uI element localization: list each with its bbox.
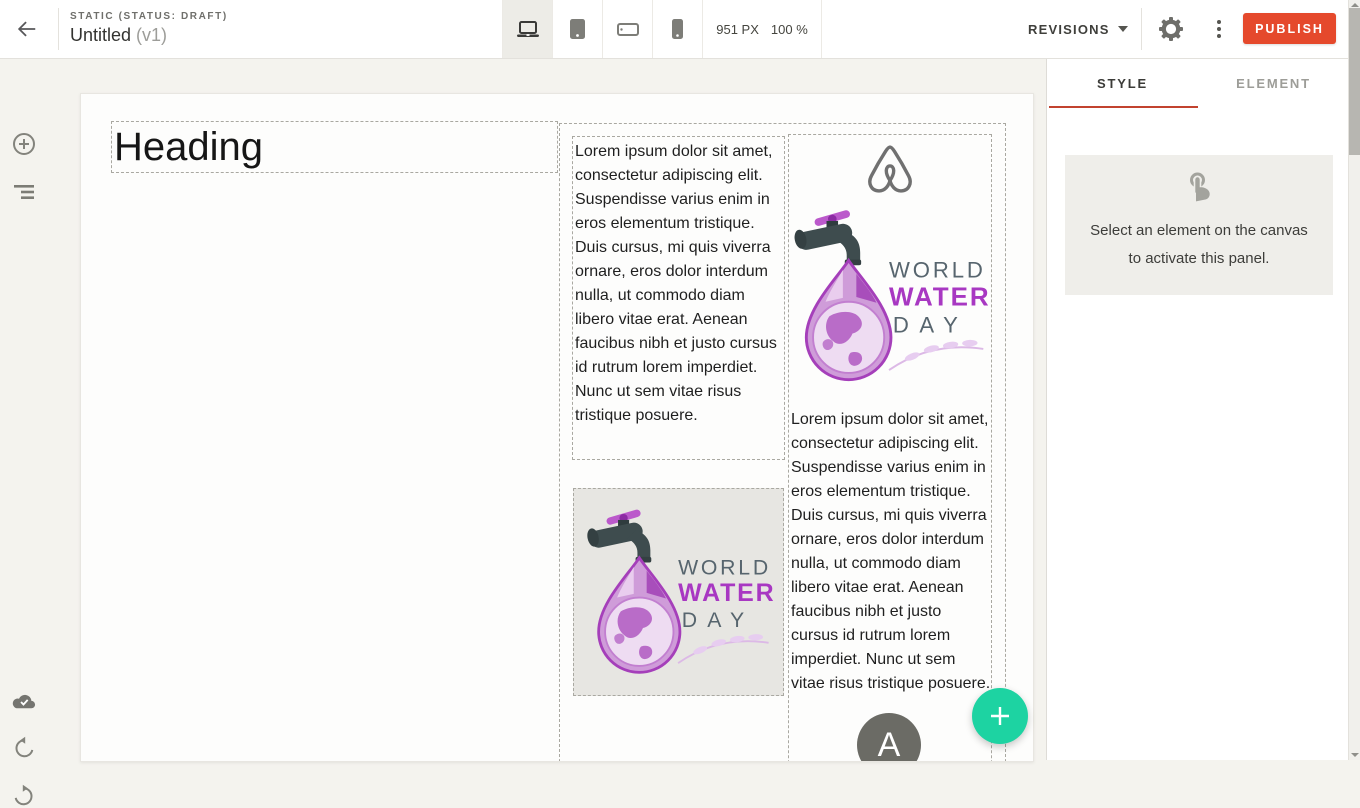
world-water-day-image: WORLD WATER DAY bbox=[789, 201, 991, 391]
publish-button[interactable]: PUBLISH bbox=[1243, 13, 1336, 44]
redo-button[interactable] bbox=[12, 784, 36, 808]
settings-button[interactable] bbox=[1154, 13, 1188, 45]
revisions-dropdown[interactable]: REVISIONS bbox=[1028, 0, 1128, 58]
panel-placeholder: Select an element on the canvas to activ… bbox=[1065, 155, 1333, 295]
back-button[interactable] bbox=[10, 13, 44, 45]
top-toolbar: STATIC (STATUS: DRAFT) Untitled (v1) bbox=[0, 0, 1360, 59]
back-arrow-icon bbox=[16, 18, 38, 40]
scroll-down-arrow[interactable] bbox=[1351, 753, 1359, 757]
plus-icon bbox=[988, 704, 1012, 728]
text-block-1[interactable]: Lorem ipsum dolor sit amet, consectetur … bbox=[572, 136, 785, 460]
svg-text:WORLD: WORLD bbox=[678, 555, 771, 579]
tap-pointer-icon bbox=[1184, 171, 1214, 207]
tab-element[interactable]: ELEMENT bbox=[1198, 58, 1349, 108]
redo-icon bbox=[12, 784, 36, 808]
device-desktop-button[interactable] bbox=[502, 0, 552, 58]
svg-text:DAY: DAY bbox=[681, 608, 754, 632]
zoom-level-label: 100 % bbox=[771, 22, 808, 37]
divider bbox=[58, 8, 59, 50]
belo-logo-icon[interactable] bbox=[863, 141, 917, 197]
laptop-icon bbox=[516, 21, 540, 38]
kebab-menu-icon bbox=[1217, 20, 1221, 38]
canvas-page[interactable]: Heading Lorem ipsum dolor sit amet, cons… bbox=[80, 93, 1034, 762]
image-block-1[interactable]: WORLD WATER DAY bbox=[573, 488, 784, 696]
device-preview-switcher: 951 PX 100 % bbox=[502, 0, 822, 58]
undo-icon bbox=[12, 736, 36, 760]
chevron-down-icon bbox=[1118, 26, 1128, 32]
active-tab-underline bbox=[1049, 106, 1198, 108]
columns-container[interactable]: Lorem ipsum dolor sit amet, consectetur … bbox=[559, 123, 1006, 762]
device-mobile-portrait-button[interactable] bbox=[652, 0, 702, 58]
world-water-day-image: WORLD WATER DAY bbox=[582, 503, 776, 681]
vertical-scrollbar[interactable] bbox=[1348, 0, 1360, 760]
outline-tree-button[interactable] bbox=[12, 180, 36, 204]
branch-decoration bbox=[889, 340, 983, 370]
svg-text:DAY: DAY bbox=[893, 313, 969, 338]
tab-style[interactable]: STYLE bbox=[1047, 58, 1198, 108]
device-tablet-button[interactable] bbox=[552, 0, 602, 58]
page-version: (v1) bbox=[136, 25, 167, 45]
canvas-size-indicator: 951 PX 100 % bbox=[702, 0, 822, 58]
inspector-panel: STYLE ELEMENT Select an element on the c… bbox=[1046, 58, 1349, 760]
add-element-fab-button[interactable] bbox=[972, 688, 1028, 744]
svg-text:WATER: WATER bbox=[678, 579, 775, 607]
plus-circle-icon bbox=[12, 132, 36, 156]
save-status-indicator bbox=[12, 688, 36, 712]
placeholder-line-1: Select an element on the canvas bbox=[1090, 217, 1308, 245]
inspector-tabs: STYLE ELEMENT bbox=[1047, 58, 1349, 108]
canvas-width-label: 951 PX bbox=[716, 22, 759, 37]
page-status-eyebrow: STATIC (STATUS: DRAFT) bbox=[70, 11, 228, 22]
heading-block[interactable]: Heading bbox=[111, 121, 558, 173]
image-block-2[interactable]: WORLD WATER DAY bbox=[789, 201, 991, 391]
branch-decoration bbox=[678, 634, 769, 663]
gear-icon bbox=[1159, 17, 1183, 41]
column-2[interactable]: WORLD WATER DAY Lorem ipsum dolor sit am… bbox=[788, 134, 992, 762]
divider bbox=[1141, 8, 1142, 50]
svg-text:WATER: WATER bbox=[889, 282, 990, 312]
scrollbar-thumb[interactable] bbox=[1349, 8, 1360, 155]
svg-text:WORLD: WORLD bbox=[889, 258, 986, 283]
device-mobile-landscape-button[interactable] bbox=[602, 0, 652, 58]
add-block-button[interactable] bbox=[12, 132, 36, 156]
overflow-menu-button[interactable] bbox=[1202, 13, 1236, 45]
left-toolbar bbox=[0, 58, 48, 760]
tablet-icon bbox=[569, 18, 586, 40]
outline-lines-icon bbox=[13, 184, 35, 200]
mobile-landscape-icon bbox=[617, 23, 639, 36]
text-block-2[interactable]: Lorem ipsum dolor sit amet, consectetur … bbox=[790, 407, 992, 723]
mobile-portrait-icon bbox=[671, 18, 684, 40]
undo-button[interactable] bbox=[12, 736, 36, 760]
page-title: Untitled (v1) bbox=[70, 25, 167, 46]
cloud-check-icon bbox=[12, 690, 36, 710]
placeholder-line-2: to activate this panel. bbox=[1129, 245, 1270, 273]
scroll-up-arrow[interactable] bbox=[1351, 3, 1359, 7]
